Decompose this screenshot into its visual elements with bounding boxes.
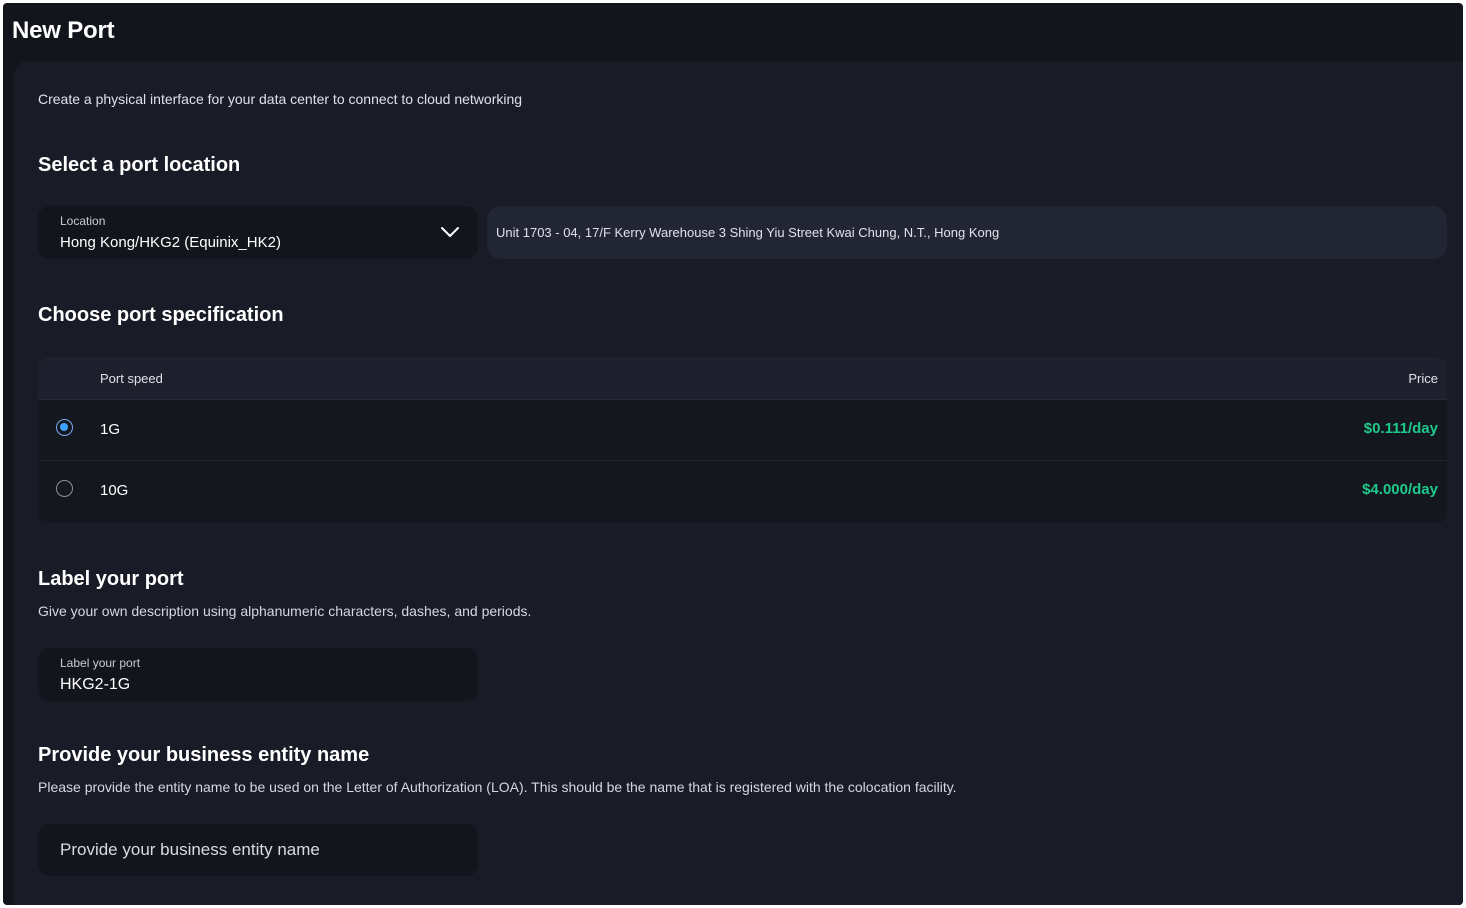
label-section-title: Label your port xyxy=(38,568,184,590)
spec-section-title: Choose port specification xyxy=(38,304,284,326)
chevron-down-icon[interactable] xyxy=(440,225,460,239)
business-entity-placeholder: Provide your business entity name xyxy=(60,840,320,859)
port-price-value: $0.111/day xyxy=(1363,420,1438,437)
table-header: Port speed Price xyxy=(38,357,1447,400)
port-price-value: $4.000/day xyxy=(1362,481,1438,498)
label-section-description: Give your own description using alphanum… xyxy=(38,603,532,619)
entity-section-title: Provide your business entity name xyxy=(38,744,370,766)
column-header-price: Price xyxy=(1408,371,1438,386)
app-window: New Port Create a physical interface for… xyxy=(3,3,1463,905)
entity-section-description: Please provide the entity name to be use… xyxy=(38,779,957,795)
port-label-field-label: Label your port xyxy=(60,656,141,670)
business-entity-input[interactable]: Provide your business entity name xyxy=(38,824,478,876)
location-field-label: Location xyxy=(60,214,106,228)
port-speed-value: 10G xyxy=(100,482,129,499)
page-title: New Port xyxy=(12,17,115,44)
port-label-value: HKG2-1G xyxy=(60,676,131,693)
port-speed-row-1g[interactable]: 1G $0.111/day xyxy=(38,400,1447,461)
location-address: Unit 1703 - 04, 17/F Kerry Warehouse 3 S… xyxy=(487,206,1447,259)
location-selected-value: Hong Kong/HKG2 (Equinix_HK2) xyxy=(60,234,281,251)
location-section-title: Select a port location xyxy=(38,154,241,176)
port-speed-row-10g[interactable]: 10G $4.000/day xyxy=(38,461,1447,522)
column-header-port-speed: Port speed xyxy=(100,371,163,386)
port-label-input[interactable]: Label your port HKG2-1G xyxy=(38,648,478,701)
port-speed-value: 1G xyxy=(100,421,121,438)
port-speed-table: Port speed Price 1G $0.111/day 10G $4.00… xyxy=(38,357,1447,523)
port-speed-radio-10g[interactable] xyxy=(56,480,73,497)
new-port-form: Create a physical interface for your dat… xyxy=(14,61,1463,905)
location-dropdown[interactable]: Location Hong Kong/HKG2 (Equinix_HK2) xyxy=(38,206,478,259)
port-speed-radio-1g[interactable] xyxy=(56,419,73,436)
page-subtitle: Create a physical interface for your dat… xyxy=(38,91,523,107)
